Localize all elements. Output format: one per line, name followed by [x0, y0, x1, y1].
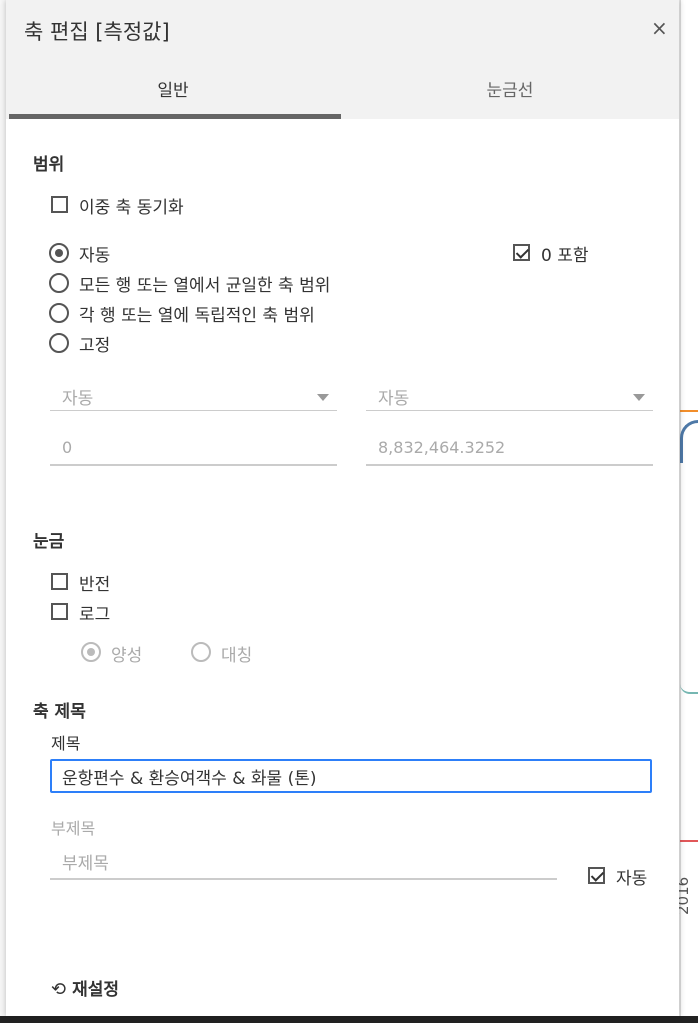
log-label: 로그	[79, 605, 111, 625]
subtitle-auto-checkbox[interactable]	[588, 867, 605, 884]
range-end-select[interactable]: 자동	[366, 378, 653, 411]
range-start-value: 0	[62, 438, 73, 457]
range-end-value: 8,832,464.3252	[378, 438, 506, 457]
range-end-select-value: 자동	[378, 389, 410, 409]
range-uniform-radio[interactable]	[49, 273, 69, 293]
subtitle-placeholder: 부제목	[62, 854, 109, 874]
tab-bar: 일반 눈금선	[6, 62, 679, 119]
tab-gridlines[interactable]: 눈금선	[343, 76, 677, 101]
range-auto-label: 자동	[79, 246, 111, 266]
range-heading: 범위	[33, 155, 65, 175]
axis-title-input[interactable]	[50, 759, 652, 793]
positive-label: 양성	[111, 646, 143, 666]
subtitle-label: 부제목	[51, 819, 96, 838]
sync-dual-axis-label: 이중 축 동기화	[79, 198, 184, 218]
subtitle-auto-label: 자동	[616, 869, 648, 889]
include-zero-label: 0 포함	[541, 246, 589, 266]
range-independent-radio[interactable]	[49, 303, 69, 323]
range-start-select[interactable]: 자동	[50, 378, 337, 411]
range-uniform-label: 모든 행 또는 열에서 균일한 축 범위	[79, 276, 331, 296]
range-start-input[interactable]: 0	[50, 430, 337, 466]
background-taskbar	[0, 1016, 698, 1023]
axis-title-heading: 축 제목	[33, 702, 86, 722]
reversed-label: 반전	[79, 575, 111, 595]
range-independent-label: 각 행 또는 열에 독립적인 축 범위	[79, 306, 315, 326]
background-series-line	[680, 410, 698, 412]
subtitle-input[interactable]: 부제목	[50, 843, 557, 880]
range-fixed-label: 고정	[79, 336, 111, 356]
scale-heading: 눈금	[33, 532, 65, 552]
active-tab-indicator	[9, 114, 341, 119]
title-label: 제목	[51, 734, 81, 753]
range-start-select-value: 자동	[62, 389, 94, 409]
background-series-line	[680, 840, 698, 842]
reset-button[interactable]: ⟲ 재설정	[51, 975, 119, 1000]
dialog-titlebar: 축 편집 [측정값] ×	[6, 0, 679, 62]
reset-label: 재설정	[72, 980, 120, 1000]
background-chart-strip	[680, 0, 698, 1023]
reset-icon: ⟲	[51, 979, 67, 1000]
sync-dual-axis-checkbox[interactable]	[51, 196, 68, 213]
range-end-input[interactable]: 8,832,464.3252	[366, 430, 653, 466]
positive-radio[interactable]	[81, 642, 101, 662]
edit-axis-dialog: 축 편집 [측정값] × 일반 눈금선 범위 이중 축 동기화 자동 0 포함 …	[6, 0, 679, 1016]
dialog-title: 축 편집 [측정값]	[24, 20, 170, 44]
chevron-down-icon	[633, 394, 645, 401]
chevron-down-icon	[317, 394, 329, 401]
symmetric-radio[interactable]	[191, 642, 211, 662]
include-zero-checkbox[interactable]	[513, 244, 530, 261]
range-auto-radio[interactable]	[49, 243, 69, 263]
range-fixed-radio[interactable]	[49, 333, 69, 353]
background-series-line	[680, 420, 698, 463]
tab-general[interactable]: 일반	[6, 76, 340, 101]
reversed-checkbox[interactable]	[51, 573, 68, 590]
close-icon[interactable]: ×	[651, 16, 668, 40]
symmetric-label: 대칭	[221, 646, 253, 666]
log-checkbox[interactable]	[51, 603, 68, 620]
